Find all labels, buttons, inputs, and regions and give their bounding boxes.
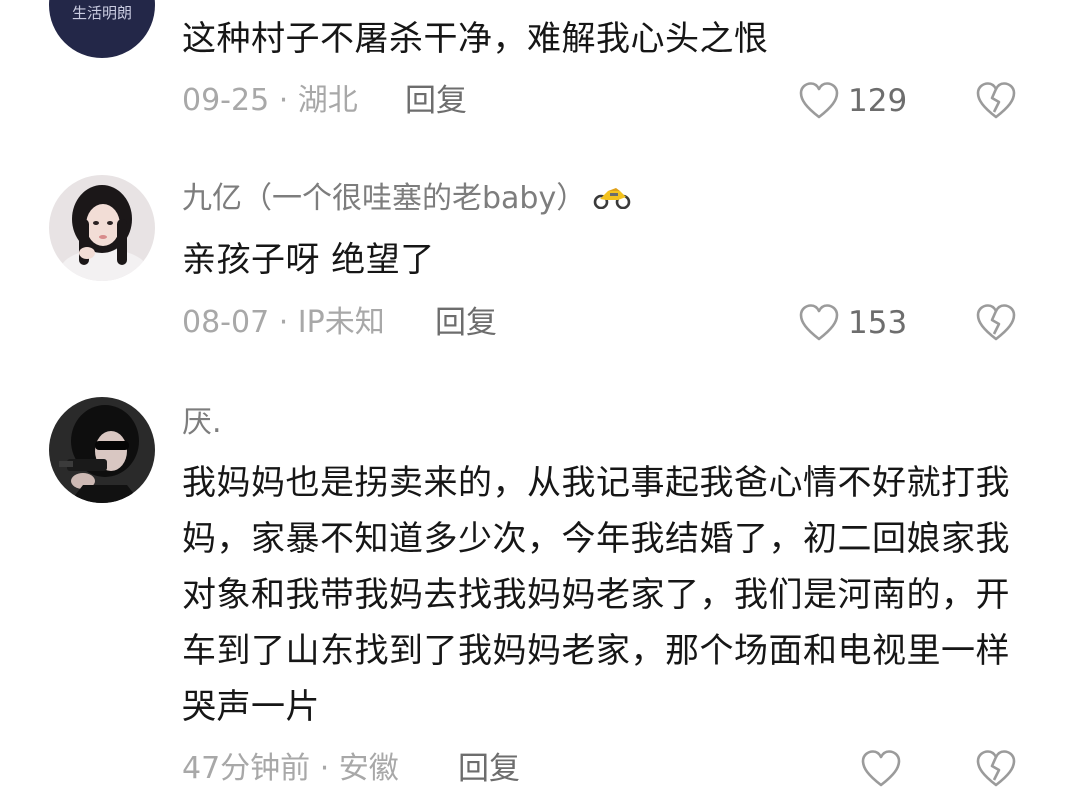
avatar-image — [49, 175, 155, 281]
avatar-logo-text: 生活明朗 — [72, 4, 132, 22]
reply-button[interactable]: 回复 — [458, 754, 520, 785]
comment-location: IP未知 — [297, 305, 385, 340]
heart-icon — [799, 304, 839, 341]
comment-text: 这种村子不屠杀干净，难解我心头之恨 — [182, 19, 769, 59]
comment-location: 安徽 — [338, 751, 399, 786]
comment-meta: 47分钟前 · 安徽 — [182, 754, 399, 784]
heart-icon — [861, 750, 901, 787]
avatar[interactable]: 生活明朗 — [49, 0, 155, 58]
dislike-button[interactable] — [975, 79, 1017, 123]
reply-button[interactable]: 回复 — [405, 86, 467, 117]
like-button[interactable] — [860, 747, 910, 791]
meta-separator: · — [269, 83, 298, 118]
dislike-button[interactable] — [975, 301, 1017, 345]
meta-separator: · — [310, 751, 339, 786]
author-name: 厌. — [182, 405, 222, 440]
broken-heart-icon — [976, 304, 1016, 341]
author-name: 九亿（一个很哇塞的老baby） — [182, 181, 587, 216]
broken-heart-icon — [976, 750, 1016, 787]
comment-date: 09-25 — [182, 83, 270, 118]
comment-meta: 09-25 · 湖北 — [182, 86, 358, 116]
like-button[interactable]: 153 — [798, 301, 907, 345]
comment-author[interactable]: 九亿（一个很哇塞的老baby） — [182, 184, 632, 215]
avatar[interactable] — [49, 397, 155, 503]
like-count: 129 — [848, 82, 908, 119]
comment-location: 湖北 — [297, 83, 358, 118]
dislike-button[interactable] — [975, 747, 1017, 791]
like-button[interactable]: 129 — [798, 79, 907, 123]
motorcycle-icon — [592, 185, 632, 215]
comment-author[interactable]: 厌. — [182, 408, 222, 438]
comment-meta: 08-07 · IP未知 — [182, 308, 385, 338]
comment-text: 我妈妈也是拐卖来的，从我记事起我爸心情不好就打我妈，家暴不知道多少次，今年我结婚… — [182, 463, 1010, 727]
comment-text: 亲孩子呀 绝望了 — [182, 240, 435, 280]
like-count: 153 — [848, 304, 908, 341]
avatar[interactable] — [49, 175, 155, 281]
avatar-image — [49, 397, 155, 503]
comment-date: 08-07 — [182, 305, 270, 340]
reply-button[interactable]: 回复 — [435, 308, 497, 339]
comment-date: 47分钟前 — [182, 751, 311, 786]
heart-icon — [799, 82, 839, 119]
broken-heart-icon — [976, 82, 1016, 119]
avatar-image: 生活明朗 — [49, 0, 155, 58]
meta-separator: · — [269, 305, 298, 340]
